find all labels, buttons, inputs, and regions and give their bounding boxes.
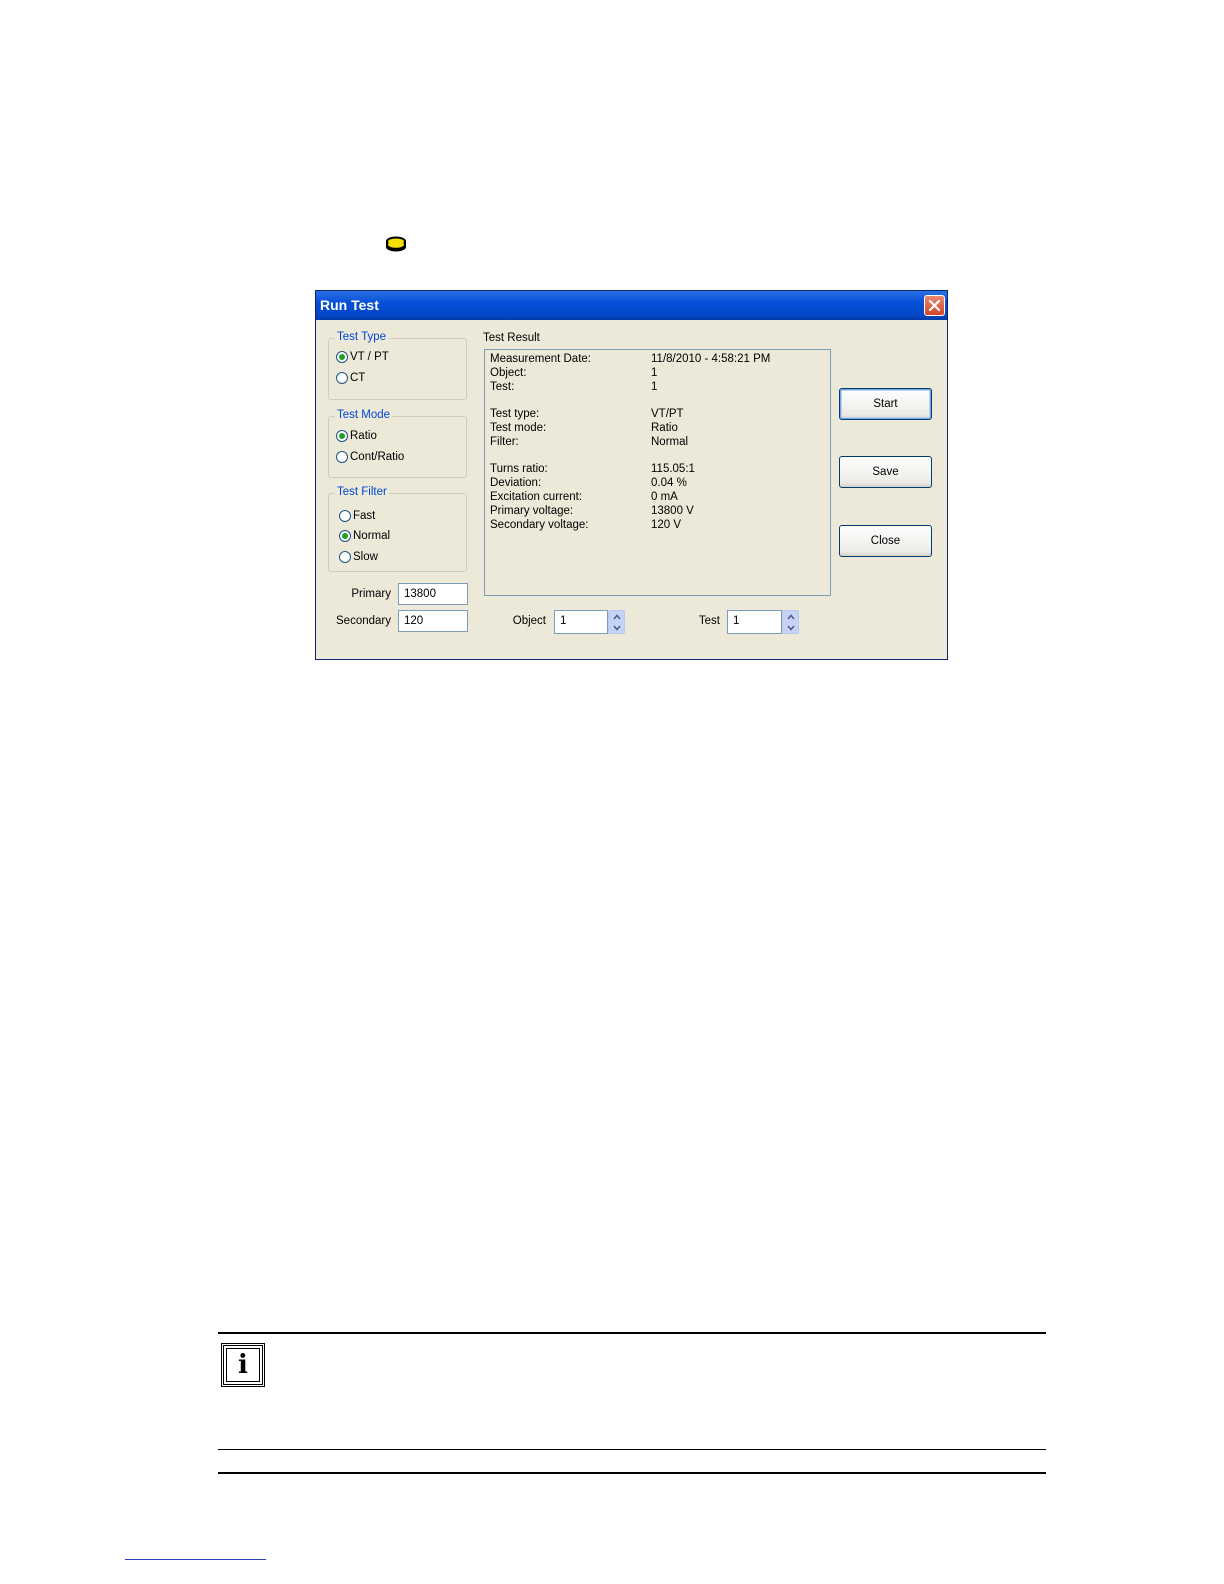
radio-cont-ratio[interactable]: Cont/Ratio [336, 451, 404, 463]
result-value: 11/8/2010 - 4:58:21 PM [651, 353, 771, 365]
result-value: 13800 V [651, 505, 694, 517]
chevron-down-icon[interactable] [612, 623, 622, 633]
close-window-button[interactable] [924, 295, 945, 316]
radio-label: Normal [353, 530, 391, 542]
radio-circle[interactable] [336, 451, 348, 463]
info-glyph: i [226, 1348, 260, 1382]
result-value: 1 [651, 381, 658, 393]
radio-label: VT / PT [350, 351, 389, 363]
result-value: Normal [651, 436, 689, 448]
primary-label: Primary [351, 588, 391, 600]
test-spinner[interactable] [782, 610, 799, 634]
radio-label: Ratio [350, 430, 377, 442]
radio-label: Fast [353, 510, 376, 522]
result-value: 1 [651, 367, 658, 379]
result-value: 115.05:1 [651, 463, 695, 475]
radio-circle[interactable] [336, 351, 348, 363]
test-result-label: Test Result [483, 332, 540, 344]
radio-vt-pt[interactable]: VT / PT [336, 351, 389, 363]
secondary-input[interactable]: 120 [398, 610, 468, 632]
result-key: Secondary voltage: [490, 519, 589, 531]
test-input[interactable]: 1 [727, 610, 782, 634]
close-icon [928, 299, 941, 312]
note-top-rule [218, 1332, 1046, 1334]
result-value: 120 V [651, 519, 682, 531]
test-mode-group: Test Mode Ratio Cont/Ratio [328, 409, 467, 478]
radio-circle[interactable] [336, 372, 348, 384]
radio-label: Slow [353, 551, 378, 563]
note-bottom-rule [218, 1449, 1046, 1450]
radio-circle[interactable] [336, 430, 348, 442]
result-value: 0.04 % [651, 477, 687, 489]
title-bar[interactable]: Run Test [316, 291, 947, 320]
radio-label: Cont/Ratio [350, 451, 405, 463]
radio-ct[interactable]: CT [336, 372, 365, 384]
radio-ratio[interactable]: Ratio [336, 430, 377, 442]
result-key: Measurement Date: [490, 353, 591, 365]
start-button[interactable]: Start [839, 388, 932, 420]
radio-circle[interactable] [339, 530, 351, 542]
note-bottom-rule-thick [218, 1472, 1046, 1474]
result-key: Filter: [490, 436, 519, 448]
radio-label: CT [350, 372, 366, 384]
footer-rule [125, 1559, 266, 1560]
result-key: Test mode: [490, 422, 547, 434]
result-value: VT/PT [651, 408, 684, 420]
object-label: Object [512, 615, 546, 627]
info-icon: i [221, 1343, 265, 1387]
object-spinner[interactable] [608, 610, 625, 634]
test-filter-group: Test Filter Fast Normal Slow [328, 486, 467, 572]
test-type-group: Test Type VT / PT CT [328, 331, 467, 400]
secondary-label: Secondary [336, 615, 391, 627]
primary-input[interactable]: 13800 [398, 583, 468, 605]
result-key: Primary voltage: [490, 505, 574, 517]
radio-slow[interactable]: Slow [339, 551, 378, 563]
test-filter-legend: Test Filter [335, 486, 389, 498]
chevron-up-icon[interactable] [612, 612, 622, 622]
close-button[interactable]: Close [839, 525, 932, 557]
result-value: Ratio [651, 422, 678, 434]
result-key: Deviation: [490, 477, 542, 489]
result-value: 0 mA [651, 491, 678, 503]
save-button[interactable]: Save [839, 456, 932, 488]
result-key: Object: [490, 367, 527, 379]
dialog-title: Run Test [320, 297, 379, 313]
result-key: Excitation current: [490, 491, 583, 503]
run-test-dialog: Run Test Test Type VT / PT CT Test Mode … [315, 290, 948, 660]
result-key: Test type: [490, 408, 540, 420]
radio-fast[interactable]: Fast [339, 510, 375, 522]
test-result-box: Measurement Date: 11/8/2010 - 4:58:21 PM O… [484, 349, 831, 596]
test-type-legend: Test Type [335, 331, 389, 343]
object-input[interactable]: 1 [554, 610, 608, 634]
test-mode-legend: Test Mode [335, 409, 393, 421]
radio-circle[interactable] [339, 510, 351, 522]
chevron-up-icon[interactable] [786, 612, 796, 622]
database-icon [386, 236, 406, 252]
radio-circle[interactable] [339, 551, 351, 563]
result-key: Test: [490, 381, 515, 393]
chevron-down-icon[interactable] [786, 623, 796, 633]
result-key: Turns ratio: [490, 463, 548, 475]
radio-normal[interactable]: Normal [339, 530, 390, 542]
test-label: Test [698, 615, 720, 627]
